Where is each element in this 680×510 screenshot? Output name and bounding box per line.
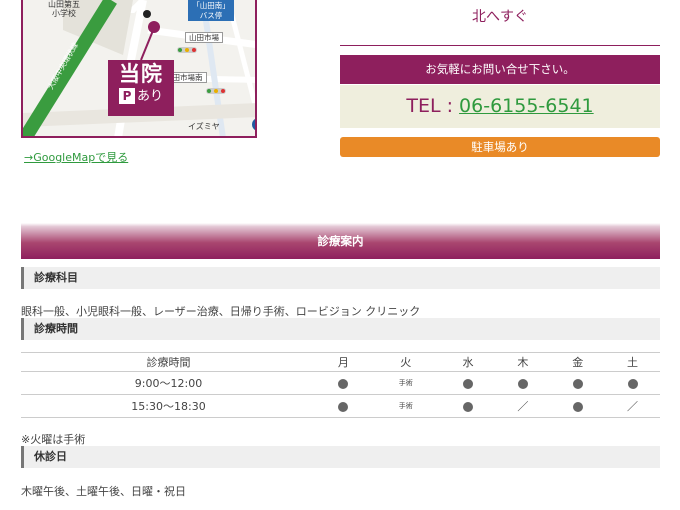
open-dot-icon xyxy=(316,371,371,395)
day-header: 水 xyxy=(440,352,496,372)
open-dot-icon xyxy=(495,371,551,395)
departments-heading: 診療科目 xyxy=(21,267,660,289)
clinic-parking-mark: P あり xyxy=(108,87,174,107)
open-dot-icon xyxy=(572,401,583,412)
open-dot-icon xyxy=(550,394,606,418)
departments-text: 眼科一般、小児眼科一般、レーザー治療、日帰り手術、ロービジョン クリニック xyxy=(21,305,421,318)
hours-table: 診療時間 月 火 水 木 金 土 9:00〜12:00 手術 15:30〜18:30… xyxy=(21,352,660,418)
tel-prefix: TEL : xyxy=(406,95,460,117)
parking-button[interactable]: 駐車場あり xyxy=(340,137,660,157)
open-dot-icon xyxy=(338,378,349,389)
section-title: 診療案内 xyxy=(21,223,660,259)
clinic-logo: 当院 P あり xyxy=(108,60,174,116)
time-slot: 9:00〜12:00 xyxy=(21,371,316,395)
day-header: 土 xyxy=(605,352,660,372)
tel-link[interactable]: 06-6155-6541 xyxy=(459,95,594,117)
table-row: 15:30〜18:30 手術 ／ ／ xyxy=(21,394,660,418)
clinic-logo-text: 当院 xyxy=(119,62,163,86)
parking-icon: P xyxy=(118,88,135,104)
open-dot-icon xyxy=(440,394,496,418)
closed-text: 木曜午後、土曜午後、日曜・祝日 xyxy=(21,485,186,498)
hours-table-header: 診療時間 月 火 水 木 金 土 xyxy=(21,352,660,372)
parking-text: あり xyxy=(136,89,163,104)
open-dot-icon xyxy=(338,401,349,412)
open-dot-icon xyxy=(605,371,660,395)
open-dot-icon xyxy=(463,401,474,412)
closed-mark: ／ xyxy=(605,394,660,418)
map-school-label: 山田第五 小学校 xyxy=(48,0,80,18)
day-header: 金 xyxy=(550,352,606,372)
closed-heading: 休診日 xyxy=(21,446,660,468)
day-header: 火 xyxy=(370,352,441,372)
surgery-label: 手術 xyxy=(370,394,441,418)
divider xyxy=(340,45,660,46)
tel-box: TEL : 06-6155-6541 xyxy=(340,85,660,128)
open-dot-icon xyxy=(440,371,496,395)
open-dot-icon xyxy=(627,378,638,389)
surgery-label: 手術 xyxy=(370,371,441,395)
access-map[interactable]: 山田第五 小学校 「山田南」 バス停 山田市場 山田市場南 大阪中央環状線 当院… xyxy=(21,0,257,138)
hours-heading: 診療時間 xyxy=(21,318,660,340)
open-dot-icon xyxy=(316,394,371,418)
google-map-link[interactable]: →GoogleMapで見る xyxy=(24,149,128,165)
hours-header-label: 診療時間 xyxy=(21,352,316,372)
open-dot-icon xyxy=(572,378,583,389)
open-dot-icon xyxy=(550,371,606,395)
map-market-label: 山田市場 xyxy=(185,32,223,43)
map-izumiya-label: イズミヤ xyxy=(188,122,220,131)
contact-heading: お気軽にお問い合せ下さい。 xyxy=(340,55,660,84)
map-busstop-label: 「山田南」 バス停 xyxy=(188,0,234,21)
closed-mark: ／ xyxy=(495,394,551,418)
time-slot: 15:30〜18:30 xyxy=(21,394,316,418)
tuesday-note: ※火曜は手術 xyxy=(21,433,86,446)
open-dot-icon xyxy=(463,378,474,389)
day-header: 月 xyxy=(316,352,371,372)
direction-text: 北へすぐ xyxy=(472,9,528,25)
table-row: 9:00〜12:00 手術 xyxy=(21,371,660,395)
open-dot-icon xyxy=(517,378,528,389)
day-header: 木 xyxy=(495,352,551,372)
